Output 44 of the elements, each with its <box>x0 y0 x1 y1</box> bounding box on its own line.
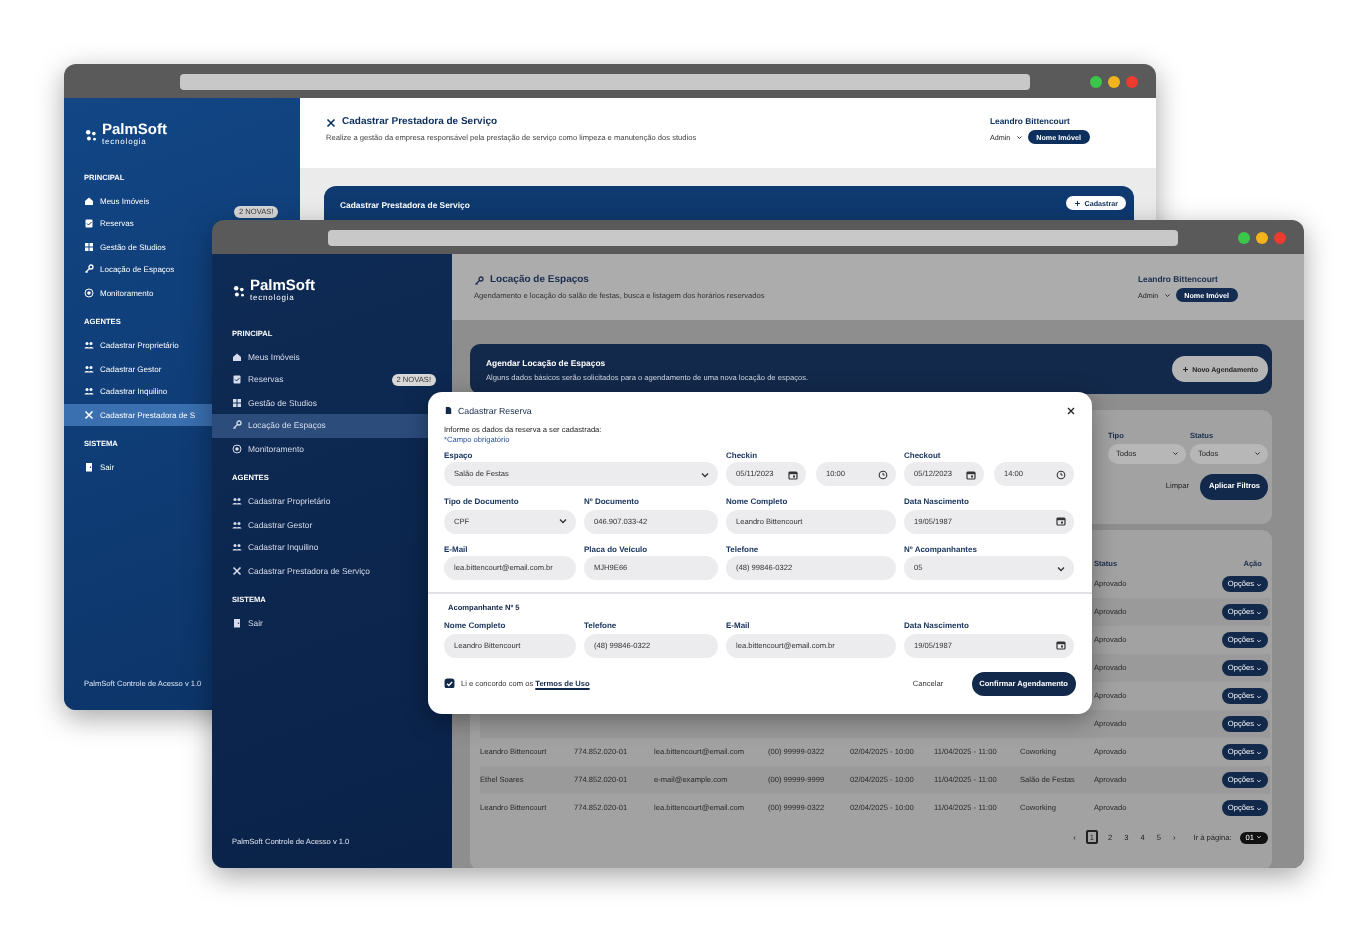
people-icon <box>84 363 94 374</box>
house-icon <box>232 351 242 362</box>
calendar-icon <box>788 469 798 479</box>
clock-icon <box>1056 469 1066 479</box>
house-icon <box>84 195 94 206</box>
plus-icon <box>1074 199 1082 207</box>
calendar-icon <box>966 469 976 479</box>
people-icon <box>84 340 94 351</box>
people-icon <box>84 386 94 397</box>
minimize-button[interactable] <box>1256 231 1268 243</box>
maximize-button[interactable] <box>1090 75 1102 87</box>
logo-icon <box>232 283 246 297</box>
key-icon <box>84 264 94 275</box>
grid-icon <box>84 241 94 252</box>
caret-icon <box>700 469 710 479</box>
address-field[interactable] <box>328 229 1178 245</box>
key-icon <box>232 420 242 431</box>
close-icon[interactable] <box>1066 405 1076 415</box>
caret-icon <box>1056 563 1066 573</box>
address-field[interactable] <box>180 73 1030 89</box>
target-icon <box>232 443 242 454</box>
caret-icon <box>558 516 568 526</box>
clipboard-icon <box>84 218 94 229</box>
minimize-button[interactable] <box>1108 75 1120 87</box>
grid-icon <box>232 397 242 408</box>
plus-icon <box>1182 365 1190 373</box>
people-icon <box>232 542 242 553</box>
calendar-icon <box>1056 640 1066 650</box>
clipboard-icon <box>232 374 242 385</box>
target-icon <box>84 287 94 298</box>
door-icon <box>84 462 94 473</box>
people-icon <box>232 519 242 530</box>
clock-icon <box>878 469 888 479</box>
terms-checkbox[interactable] <box>444 677 455 689</box>
tools-icon <box>232 565 242 576</box>
calendar-icon <box>1056 516 1066 526</box>
key-icon <box>474 275 484 285</box>
caret-icon <box>1015 133 1023 141</box>
tools-icon <box>84 409 94 420</box>
logo-icon <box>84 127 98 141</box>
maximize-button[interactable] <box>1238 231 1250 243</box>
door-icon <box>232 618 242 629</box>
tools-icon <box>326 117 336 127</box>
people-icon <box>232 496 242 507</box>
